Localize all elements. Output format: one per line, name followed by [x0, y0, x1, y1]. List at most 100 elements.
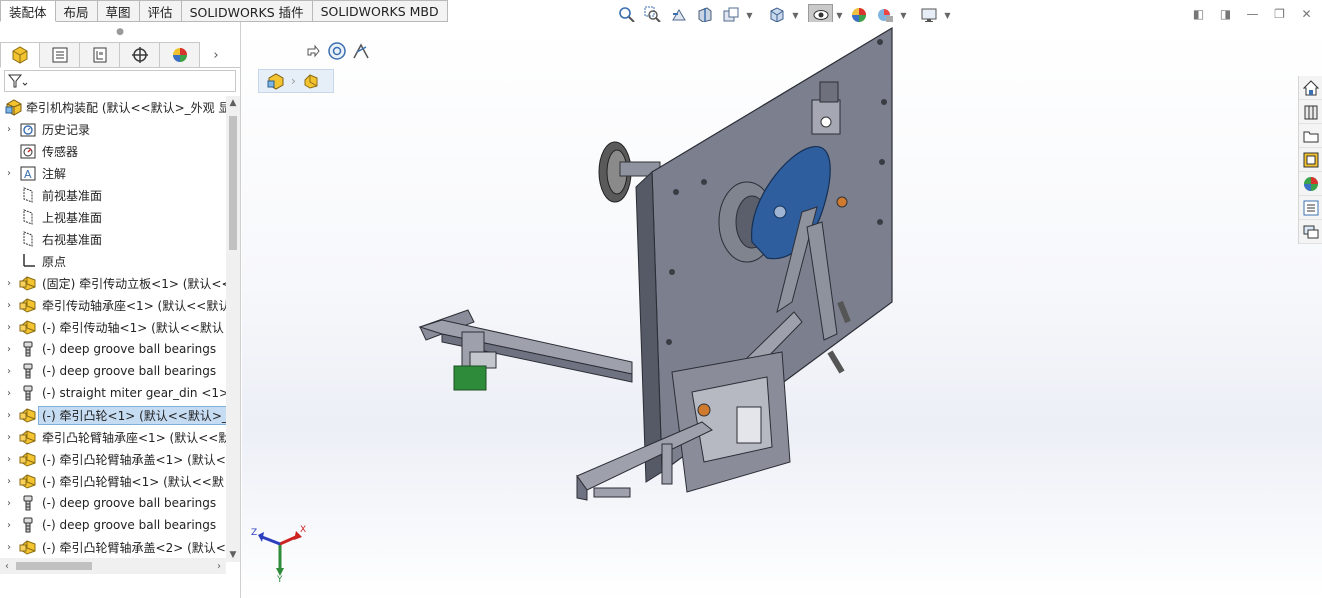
tree-filter-input[interactable]: [4, 70, 236, 92]
tree-item[interactable]: › 历史记录: [0, 118, 226, 140]
tree-item-label: (-) 牵引凸轮<1> (默认<<默认>_: [38, 405, 226, 425]
circle-target-icon[interactable]: [326, 40, 348, 62]
feature-manager-icon: [12, 46, 28, 64]
filter-icon: [7, 74, 28, 88]
custom-properties-icon[interactable]: [1299, 196, 1322, 220]
feature-manager-tab[interactable]: [0, 42, 40, 68]
scroll-right-icon[interactable]: ›: [212, 558, 226, 574]
expand-arrow-icon[interactable]: ›: [0, 520, 18, 531]
tree-item[interactable]: › (-) deep groove ball bearings: [0, 514, 226, 536]
expand-arrow-icon[interactable]: ›: [0, 300, 18, 311]
expand-arrow-icon[interactable]: ›: [0, 366, 18, 377]
mechanism-model[interactable]: [412, 22, 1172, 542]
tab-layout[interactable]: 布局: [55, 0, 98, 22]
chevron-right-icon[interactable]: ›: [206, 42, 226, 68]
tree-item[interactable]: › (-) straight miter gear_din <1>: [0, 382, 226, 404]
scroll-thumb[interactable]: [229, 116, 237, 250]
expand-arrow-icon[interactable]: ›: [0, 432, 18, 443]
triad-y-label: Y: [276, 575, 283, 582]
tree-item-label: 传感器: [42, 144, 79, 159]
expand-arrow-icon[interactable]: ›: [0, 454, 18, 465]
tree-item[interactable]: › (-) deep groove ball bearings: [0, 338, 226, 360]
feature-tree: 牵引机构装配 (默认<<默认>_外观 显 › 历史记录传感器 › A 注解 前视基准面 上视…: [0, 96, 226, 562]
expand-arrow-icon[interactable]: ›: [0, 410, 18, 421]
expand-arrow-icon[interactable]: ›: [0, 168, 18, 179]
tree-horizontal-scrollbar[interactable]: ‹ ›: [0, 558, 226, 574]
origin-icon: [18, 251, 38, 271]
toolbox-part-icon: [18, 493, 38, 513]
tree-item-label: 注解: [42, 166, 67, 181]
flyout-arrow-icon[interactable]: [302, 40, 324, 62]
expand-arrow-icon[interactable]: ›: [0, 278, 18, 289]
expand-arrow-icon[interactable]: ›: [0, 322, 18, 333]
tree-item[interactable]: 上视基准面: [0, 206, 226, 228]
scroll-thumb[interactable]: [16, 562, 92, 570]
tree-item[interactable]: 前视基准面: [0, 184, 226, 206]
property-manager-icon: [52, 47, 67, 63]
tab-assembly[interactable]: 装配体: [0, 0, 56, 22]
home-icon[interactable]: [1299, 76, 1322, 100]
triad-z-label: Z: [251, 528, 257, 538]
forum-icon[interactable]: [1299, 220, 1322, 244]
breadcrumb[interactable]: ›: [258, 69, 334, 93]
tree-item-label: 原点: [42, 254, 67, 269]
tree-item[interactable]: 传感器: [0, 140, 226, 162]
sketch-line-icon[interactable]: [350, 40, 372, 62]
tree-item-label: (-) 牵引凸轮臂轴<1> (默认<<默: [42, 474, 224, 489]
tree-item-label: 牵引传动轴承座<1> (默认<<默认: [42, 298, 226, 313]
configuration-manager-tab[interactable]: [80, 42, 120, 68]
restore-right-icon[interactable]: ◨: [1218, 6, 1233, 21]
restore-icon[interactable]: ❐: [1272, 6, 1287, 21]
property-manager-tab[interactable]: [40, 42, 80, 68]
appearances-icon[interactable]: [1299, 172, 1322, 196]
close-icon[interactable]: ✕: [1299, 6, 1314, 21]
manager-tabs: ›: [0, 42, 240, 68]
display-manager-tab[interactable]: [160, 42, 200, 68]
tree-item[interactable]: › (-) 牵引传动轴<1> (默认<<默认: [0, 316, 226, 338]
tree-item[interactable]: › (-) 牵引凸轮<1> (默认<<默认>_: [0, 404, 226, 426]
tree-item[interactable]: › (-) deep groove ball bearings: [0, 492, 226, 514]
tab-evaluate[interactable]: 评估: [139, 0, 182, 22]
tree-root[interactable]: 牵引机构装配 (默认<<默认>_外观 显: [0, 96, 226, 118]
tab-addins[interactable]: SOLIDWORKS 插件: [181, 0, 313, 22]
tree-item[interactable]: › (-) 牵引凸轮臂轴承盖<1> (默认<: [0, 448, 226, 470]
view-palette-icon[interactable]: [1299, 148, 1322, 172]
plane-icon: [18, 185, 38, 205]
tree-item[interactable]: › (-) 牵引凸轮臂轴<1> (默认<<默: [0, 470, 226, 492]
expand-arrow-icon[interactable]: ›: [0, 542, 18, 553]
expand-arrow-icon[interactable]: ›: [0, 124, 18, 135]
file-explorer-icon[interactable]: [1299, 124, 1322, 148]
part-icon: [18, 449, 38, 469]
part-icon: [18, 471, 38, 491]
tree-item[interactable]: › (-) 牵引凸轮臂轴承盖<2> (默认<: [0, 536, 226, 558]
design-library-icon[interactable]: [1299, 100, 1322, 124]
toolbox-part-icon: [18, 361, 38, 381]
part-icon: [18, 317, 38, 337]
flyout-toolbar: [302, 40, 372, 62]
restore-left-icon[interactable]: ◧: [1191, 6, 1206, 21]
tree-item[interactable]: › (固定) 牵引传动立板<1> (默认<<: [0, 272, 226, 294]
tree-item[interactable]: › 牵引凸轮臂轴承座<1> (默认<<默: [0, 426, 226, 448]
lower-bracket[interactable]: [671, 351, 791, 493]
minimize-icon[interactable]: —: [1245, 6, 1260, 21]
scroll-up-icon[interactable]: ▲: [226, 96, 240, 110]
scroll-left-icon[interactable]: ‹: [0, 558, 14, 574]
tree-item[interactable]: 右视基准面: [0, 228, 226, 250]
traction-arm[interactable]: [418, 309, 633, 391]
green-motor[interactable]: [453, 365, 487, 391]
panel-grip[interactable]: ●: [0, 22, 240, 42]
expand-arrow-icon[interactable]: ›: [0, 344, 18, 355]
tree-item[interactable]: › (-) deep groove ball bearings: [0, 360, 226, 382]
tree-item[interactable]: › A 注解: [0, 162, 226, 184]
expand-arrow-icon[interactable]: ›: [0, 388, 18, 399]
tree-item[interactable]: › 牵引传动轴承座<1> (默认<<默认: [0, 294, 226, 316]
scroll-down-icon[interactable]: ▼: [226, 548, 240, 562]
tab-sketch[interactable]: 草图: [97, 0, 140, 22]
expand-arrow-icon[interactable]: ›: [0, 476, 18, 487]
expand-arrow-icon[interactable]: ›: [0, 498, 18, 509]
dimxpert-manager-tab[interactable]: [120, 42, 160, 68]
tree-vertical-scrollbar[interactable]: ▲ ▼: [226, 96, 240, 562]
tab-mbd[interactable]: SOLIDWORKS MBD: [312, 0, 448, 22]
graphics-area[interactable]: › X Y Z: [242, 22, 1322, 598]
tree-item[interactable]: 原点: [0, 250, 226, 272]
